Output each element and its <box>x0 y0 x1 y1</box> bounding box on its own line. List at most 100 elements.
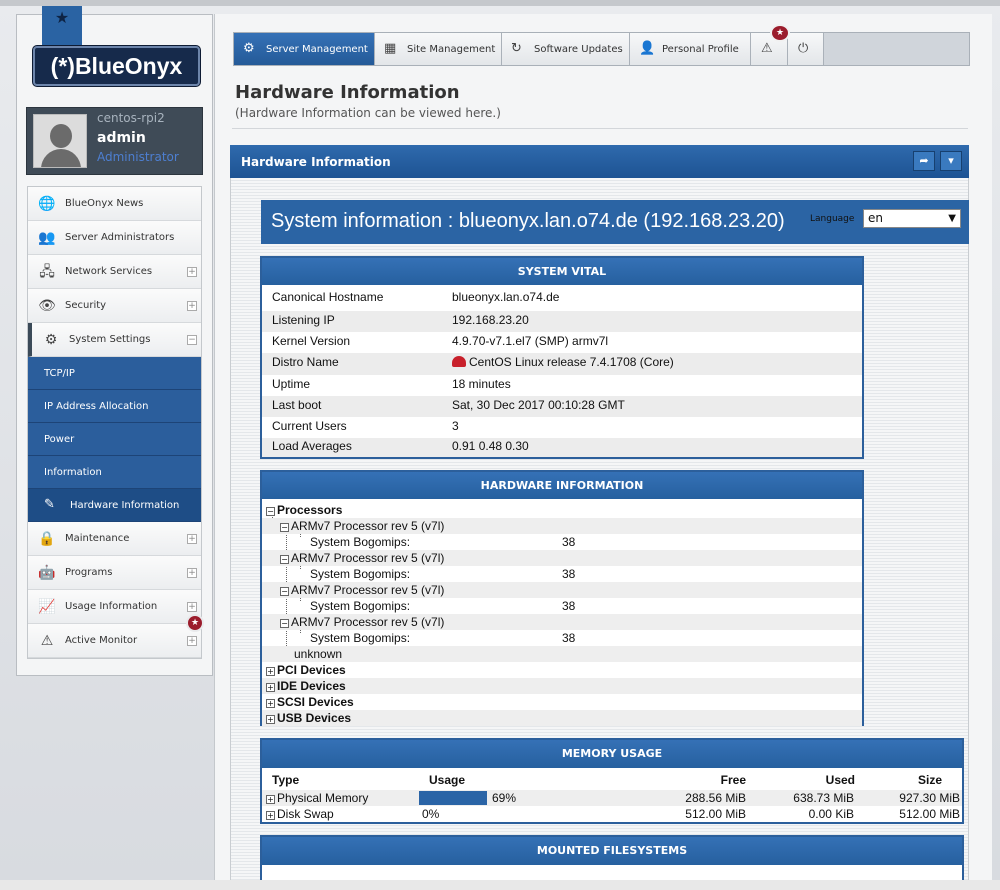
sidebar-item-system-settings[interactable]: ⚙ System Settings − <box>28 323 201 357</box>
tab-server-management[interactable]: ⚙ Server Management <box>234 33 375 65</box>
globe-icon: 🌐 <box>38 196 56 212</box>
tab-site-management[interactable]: ▦ Site Management <box>375 33 502 65</box>
sidebar-item-label: Programs <box>65 567 113 578</box>
sidebar-subitem-power[interactable]: Power <box>28 423 201 456</box>
share-button[interactable]: ➦ <box>913 151 935 171</box>
sidebar-subitem-label: IP Address Allocation <box>44 401 149 412</box>
expand-icon[interactable]: + <box>266 699 275 708</box>
tree-node-pci-devices[interactable]: + PCI Devices <box>266 662 862 678</box>
expand-icon[interactable]: + <box>187 568 197 578</box>
sidebar-item-active-monitor[interactable]: ⚠ Active Monitor + <box>28 624 201 658</box>
expand-icon[interactable]: + <box>266 715 275 724</box>
expand-icon[interactable]: + <box>266 683 275 692</box>
expand-icon[interactable]: + <box>266 795 275 804</box>
sidebar-subitem-hardware-information[interactable]: ✎ Hardware Information <box>28 489 201 522</box>
hardware-info-title: HARDWARE INFORMATION <box>262 472 862 499</box>
nav-alert-badge: ★ <box>770 24 790 42</box>
language-select[interactable]: en ▼ <box>863 209 961 228</box>
vital-key: Distro Name <box>272 355 339 369</box>
collapse-icon[interactable]: − <box>280 523 289 532</box>
expand-icon[interactable]: + <box>266 811 275 820</box>
vital-key: Kernel Version <box>272 334 351 348</box>
sidebar-item-label: BlueOnyx News <box>65 198 144 209</box>
tab-personal-profile[interactable]: 👤 Personal Profile <box>630 33 751 65</box>
expand-icon[interactable]: + <box>187 636 197 646</box>
sidebar-item-programs[interactable]: 🤖 Programs + <box>28 556 201 590</box>
sidebar-item-label: Maintenance <box>65 533 130 544</box>
tree-node-ide-devices[interactable]: + IDE Devices <box>262 678 862 694</box>
lock-icon: 🔒 <box>38 531 56 547</box>
vital-row: Listening IP 192.168.23.20 <box>262 311 862 332</box>
warning-icon: ⚠ <box>761 41 773 56</box>
bogomips-label: System Bogomips: <box>310 535 411 549</box>
bogomips-label: System Bogomips: <box>310 567 411 581</box>
sidebar-item-blueonyx-news[interactable]: 🌐 BlueOnyx News <box>28 187 201 221</box>
vital-key: Listening IP <box>272 313 335 327</box>
sidebar-item-network-services[interactable]: 🖧 Network Services + <box>28 255 201 289</box>
chart-icon: 📈 <box>38 599 56 615</box>
blueonyx-logo[interactable]: (*)BlueOnyx <box>33 46 200 86</box>
vital-key: Uptime <box>272 377 311 391</box>
sidebar-subitem-ip-address-allocation[interactable]: IP Address Allocation <box>28 390 201 423</box>
vital-value: 192.168.23.20 <box>452 313 529 327</box>
sidebar-item-label: Security <box>65 300 107 311</box>
avatar <box>33 114 87 168</box>
gear-icon: ⚙ <box>44 332 58 348</box>
expand-icon[interactable]: + <box>187 602 197 612</box>
tree-node-processor[interactable]: − ARMv7 Processor rev 5 (v7l) <box>262 518 862 534</box>
memory-size: 927.30 MiB <box>899 791 960 805</box>
tree-node-scsi-devices[interactable]: + SCSI Devices <box>266 694 862 710</box>
collapse-icon[interactable]: − <box>187 335 197 345</box>
dropdown-button[interactable]: ▾ <box>940 151 962 171</box>
bookmark-ribbon: ★ <box>42 6 82 56</box>
tree-leaf-bogomips: System Bogomips: 38 <box>262 566 862 582</box>
collapse-icon[interactable]: − <box>280 555 289 564</box>
browser-top-edge <box>0 0 1000 6</box>
unknown-label: unknown <box>294 647 343 661</box>
tree-node-processor[interactable]: − ARMv7 Processor rev 5 (v7l) <box>262 550 862 566</box>
pencil-icon: ✎ <box>44 497 55 512</box>
collapse-icon[interactable]: − <box>266 507 275 516</box>
person-icon: 👤 <box>639 41 656 56</box>
user-role-link[interactable]: Administrator <box>97 150 179 164</box>
tree-node-processors[interactable]: − Processors <box>266 502 862 518</box>
divider <box>232 128 968 129</box>
usage-percent: 69% <box>492 791 517 805</box>
tree-label: SCSI Devices <box>277 695 354 709</box>
expand-icon[interactable]: + <box>187 301 197 311</box>
sidebar-item-label: System Settings <box>69 334 151 345</box>
bogomips-value: 38 <box>562 567 576 581</box>
collapse-icon[interactable]: − <box>280 587 289 596</box>
tree-node-usb-devices[interactable]: + USB Devices <box>262 710 862 726</box>
collapse-icon[interactable]: − <box>280 619 289 628</box>
robot-icon: 🤖 <box>38 565 56 581</box>
tree-node-processor[interactable]: − ARMv7 Processor rev 5 (v7l) <box>262 614 862 630</box>
refresh-icon: ↻ <box>511 41 522 56</box>
col-free: Free <box>720 773 746 787</box>
language-value: en <box>868 211 883 225</box>
expand-icon[interactable]: + <box>187 267 197 277</box>
col-type: Type <box>272 773 300 787</box>
tab-logout[interactable]: ⏻ <box>788 33 824 65</box>
sidebar-menu: 🌐 BlueOnyx News 👥 Server Administrators … <box>27 186 202 659</box>
bottom-edge <box>0 880 1000 890</box>
sidebar-item-maintenance[interactable]: 🔒 Maintenance + <box>28 522 201 556</box>
vital-key: Load Averages <box>272 439 352 453</box>
expand-icon[interactable]: + <box>187 534 197 544</box>
tab-software-updates[interactable]: ↻ Software Updates <box>502 33 630 65</box>
memory-type-label: Disk Swap <box>277 807 334 821</box>
mounted-filesystems-title: MOUNTED FILESYSTEMS <box>262 837 962 865</box>
tree-node-processor[interactable]: − ARMv7 Processor rev 5 (v7l) <box>262 582 862 598</box>
sidebar-subitem-information[interactable]: Information <box>28 456 201 489</box>
bogomips-label: System Bogomips: <box>310 599 411 613</box>
sidebar-item-security[interactable]: 👁 Security + <box>28 289 201 323</box>
sidebar-subitem-tcp-ip[interactable]: TCP/IP <box>28 357 201 390</box>
sidebar-subitem-label: TCP/IP <box>44 368 75 379</box>
sidebar-item-server-administrators[interactable]: 👥 Server Administrators <box>28 221 201 255</box>
sidebar-item-usage-information[interactable]: 📈 Usage Information + <box>28 590 201 624</box>
sidebar-item-label: Active Monitor <box>65 635 138 646</box>
sidebar-subitem-label: Power <box>44 434 75 445</box>
expand-icon[interactable]: + <box>266 667 275 676</box>
col-used: Used <box>825 773 855 787</box>
vital-key: Canonical Hostname <box>272 290 384 304</box>
